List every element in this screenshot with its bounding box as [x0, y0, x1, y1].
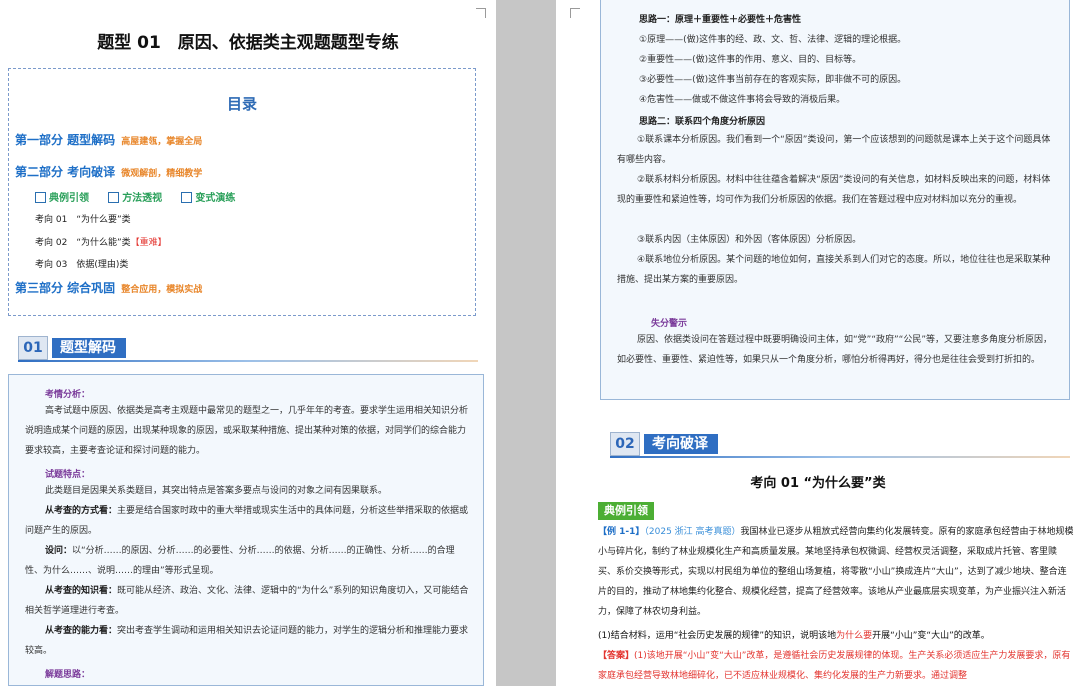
toc-part-label: 第三部分 综合巩固	[15, 281, 116, 295]
difficulty-badge: 【重难】	[130, 238, 167, 248]
idea2-title: 思路二：联系四个角度分析原因	[639, 117, 766, 127]
page-corner-mark	[476, 8, 486, 18]
question-paragraph: 设问：以“分析……的原因、分析……的必要性、分析……的依据、分析……的正确性、分…	[25, 546, 455, 576]
section-divider	[18, 360, 478, 362]
features-heading: 试题特点：	[45, 470, 91, 480]
idea1-line: ②重要性——(做)这件事的作用、意义、目的、目标等。	[639, 55, 862, 65]
idea1-line: ①原理——(做)这件事的经、政、文、哲、法律、逻辑的理论根据。	[639, 35, 907, 45]
idea2-line: ①联系课本分析原因。我们看到一个“原因”类设问，第一个应该想到的问题就是课本上关…	[617, 135, 1051, 165]
toc-part-label: 第二部分 考向破译	[15, 165, 116, 179]
toc-part-tag: 高屋建瓴，掌握全局	[121, 137, 203, 147]
knowledge-paragraph: 从考查的知识看：既可能从经济、政治、文化、法律、逻辑中的“为什么”系列的知识角度…	[25, 586, 469, 616]
section-number: 02	[610, 432, 640, 456]
document-viewer: 题型 01 原因、依据类主观题题型专练 目录 第一部分 题型解码 高屋建瓴，掌握全…	[0, 0, 1080, 686]
toc-item-3[interactable]: 考向 03 依据(理由)类	[35, 257, 128, 270]
answer-label: 【答案】	[598, 651, 635, 661]
analysis-box: 考情分析： 高考试题中原因、依据类是高考主观题中最常见的题型之一，几乎年年的考查…	[8, 374, 484, 686]
example-label: 【例 1-1】	[598, 527, 645, 537]
toc-sublink-practice[interactable]: 变式演练	[181, 192, 235, 204]
question-highlight: 为什么要	[836, 631, 873, 641]
section-number: 01	[18, 336, 48, 360]
book-icon	[108, 192, 120, 203]
example-tag: 典例引领	[598, 502, 654, 520]
approach-heading: 解题思路：	[45, 670, 91, 680]
idea2-line: ④联系地位分析原因。某个问题的地位如何，直接关系到人们对它的态度。所以，地位往往…	[617, 255, 1051, 285]
toc-title: 目录	[226, 95, 257, 113]
features-paragraph: 此类题目是因果关系类题目，其突出特点是答案多要点与设问的对象之间有因果联系。	[45, 486, 388, 496]
section-header-01: 01 题型解码	[18, 336, 488, 362]
topic-title: 考向 01 “为什么要”类	[750, 476, 886, 491]
example-paragraph: 【例 1-1】（2025 浙江 高考真题）我国林业已逐步从粗放式经营向集约化发展…	[598, 522, 1074, 622]
toc-sublinks: 典例引领 方法透视 变式演练	[35, 189, 251, 204]
section-name: 题型解码	[52, 338, 126, 358]
book-icon	[35, 192, 46, 203]
warning-title: 失分警示	[651, 319, 688, 329]
table-of-contents: 目录 第一部分 题型解码 高屋建瓴，掌握全局 第二部分 考向破译 微观解剖，精细教学…	[8, 68, 476, 316]
toc-part-label: 第一部分 题型解码	[15, 133, 116, 147]
toc-part-tag: 微观解剖，精细教学	[121, 169, 203, 179]
document-page-right: 思路一：原理＋重要性＋必要性＋危害性 ①原理——(做)这件事的经、政、文、哲、法…	[556, 0, 1080, 686]
analysis-paragraph: 高考试题中原因、依据类是高考主观题中最常见的题型之一，几乎年年的考查。要求学生运…	[25, 406, 469, 456]
section-header-02: 02 考向破译	[610, 432, 1080, 458]
toc-part-2[interactable]: 第二部分 考向破译 微观解剖，精细教学	[15, 163, 202, 180]
toc-item-1[interactable]: 考向 01 “为什么要”类	[35, 212, 131, 225]
page-corner-mark	[570, 8, 580, 18]
document-page-left: 题型 01 原因、依据类主观题题型专练 目录 第一部分 题型解码 高屋建瓴，掌握全…	[0, 0, 496, 686]
idea1-title: 思路一：原理＋重要性＋必要性＋危害性	[639, 15, 802, 25]
approach-box: 思路一：原理＋重要性＋必要性＋危害性 ①原理——(做)这件事的经、政、文、哲、法…	[600, 0, 1070, 400]
example-source: （2025 浙江 高考真题）	[644, 527, 741, 537]
toc-sublink-example[interactable]: 典例引领	[35, 192, 89, 204]
ability-paragraph: 从考查的能力看：突出考查学生调动和运用相关知识去论证问题的能力，对学生的逻辑分析…	[25, 626, 469, 656]
example-answer: 【答案】(1)该地开展“小山”变“大山”改革，是遵循社会历史发展规律的体现。生产…	[598, 651, 1071, 681]
document-title: 题型 01 原因、依据类主观题题型专练	[97, 33, 399, 53]
section-divider	[610, 456, 1070, 458]
toc-part-tag: 整合应用，模拟实战	[121, 285, 203, 295]
toc-part-1[interactable]: 第一部分 题型解码 高屋建瓴，掌握全局	[15, 131, 202, 148]
idea2-line: ②联系材料分析原因。材料中往往蕴含着解决“原因”类设问的有关信息，如材料反映出来…	[617, 175, 1051, 205]
analysis-heading: 考情分析：	[45, 390, 91, 400]
warning-text: 原因、依据类设问在答题过程中既要明确设问主体，如“党”“政府”“公民”等，又要注…	[617, 335, 1052, 365]
toc-sublink-method[interactable]: 方法透视	[108, 192, 162, 204]
idea1-line: ④危害性——做或不做这件事将会导致的消极后果。	[639, 95, 846, 105]
example-question: (1)结合材料，运用“社会历史发展的规律”的知识，说明该地为什么要开展“小山”变…	[598, 631, 990, 641]
example-text: 我国林业已逐步从粗放式经营向集约化发展转变。原有的家庭承包经营由于林地规模小与碎…	[598, 527, 1074, 617]
book-icon	[181, 192, 193, 203]
toc-item-2[interactable]: 考向 02 “为什么能”类【重难】	[35, 235, 167, 248]
toc-part-3[interactable]: 第三部分 综合巩固 整合应用，模拟实战	[15, 279, 202, 296]
section-name: 考向破译	[644, 434, 718, 454]
method-paragraph: 从考查的方式看：主要是结合国家时政中的重大举措或现实生活中的具体问题，分析这些举…	[25, 506, 469, 536]
idea1-line: ③必要性——(做)这件事当前存在的客观实际，即非做不可的原因。	[639, 75, 907, 85]
idea2-line: ③联系内因（主体原因）和外因（客体原因）分析原因。	[637, 235, 862, 245]
